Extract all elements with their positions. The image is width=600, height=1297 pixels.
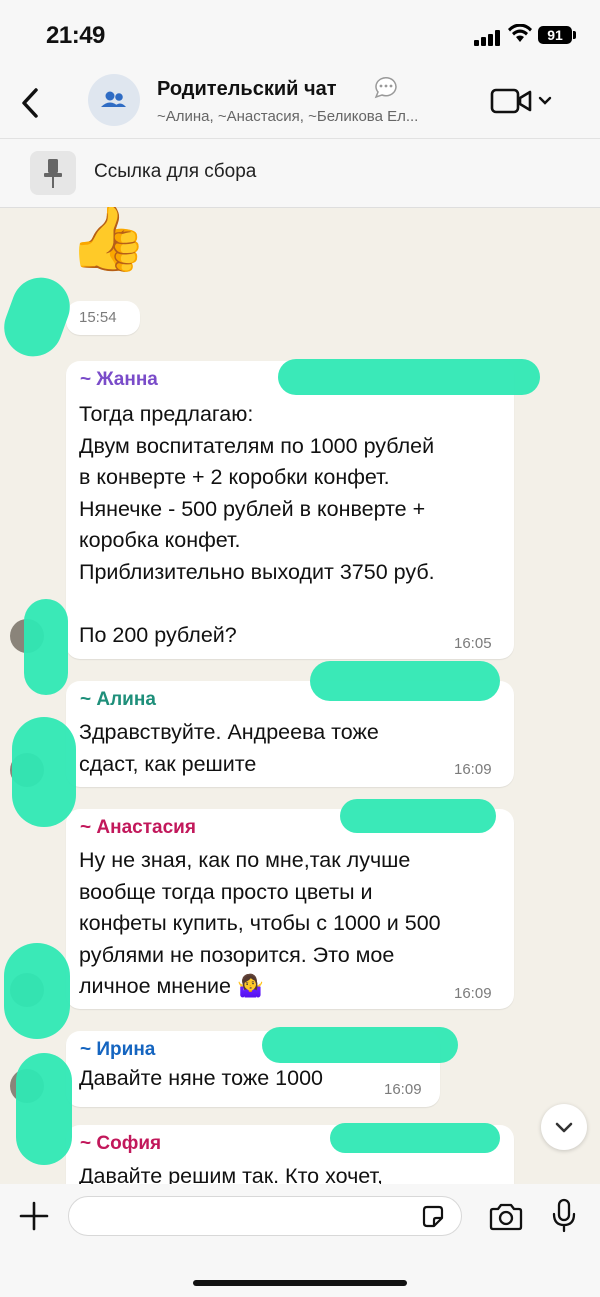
home-indicator bbox=[193, 1280, 407, 1286]
redaction-scribble bbox=[330, 1123, 500, 1153]
emoji-thumbs-up: 👍 bbox=[68, 207, 148, 274]
video-call-button[interactable] bbox=[490, 84, 556, 118]
message-time: 16:05 bbox=[454, 635, 492, 652]
redaction-scribble bbox=[340, 799, 496, 833]
message-text: Давайте няне тоже 1000 bbox=[79, 1066, 323, 1090]
message-text: Здравствуйте. Андреева тоже сдаст, как р… bbox=[79, 720, 379, 776]
pin-icon bbox=[44, 159, 62, 188]
battery-icon: 91 bbox=[538, 26, 572, 44]
chevron-down-icon bbox=[555, 1122, 573, 1133]
redaction-scribble bbox=[4, 943, 70, 1039]
message-time: 16:09 bbox=[454, 761, 492, 778]
chat-title[interactable]: Родительский чат bbox=[157, 78, 337, 101]
chat-messages: 👍 15:54 ~ Жанна Тогда предлагаю: Двум во… bbox=[0, 207, 600, 1184]
back-button[interactable] bbox=[12, 78, 52, 128]
message-bubble-zhanna[interactable]: ~ Жанна Тогда предлагаю: Двум воспитател… bbox=[66, 361, 514, 659]
wifi-icon bbox=[508, 24, 532, 42]
message-time: 16:09 bbox=[384, 1081, 422, 1098]
message-text: Ну не зная, как по мне,так лучше вообще … bbox=[79, 848, 441, 998]
emoji-time-bubble: 15:54 bbox=[66, 301, 140, 335]
chat-members: ~Алина, ~Анастасия, ~Беликова Ел... bbox=[157, 108, 419, 125]
chat-bubble-icon bbox=[374, 76, 397, 99]
message-sender: ~ Анастасия bbox=[80, 817, 196, 838]
message-time: 15:54 bbox=[79, 309, 117, 326]
redaction-scribble bbox=[12, 717, 76, 827]
message-sender: ~ Жанна bbox=[80, 369, 158, 390]
camera-button[interactable] bbox=[488, 1202, 524, 1232]
emoji-message[interactable]: 👍 bbox=[66, 207, 156, 287]
pinned-message-bar[interactable]: Ссылка для сбора bbox=[0, 138, 600, 208]
message-sender: ~ Алина bbox=[80, 689, 156, 710]
message-text: Тогда предлагаю: Двум воспитателям по 10… bbox=[79, 402, 435, 647]
message-time: 16:09 bbox=[454, 985, 492, 1002]
pinned-text: Ссылка для сбора bbox=[94, 161, 257, 182]
group-icon bbox=[101, 91, 126, 107]
sticker-icon[interactable] bbox=[420, 1204, 446, 1230]
redaction-scribble bbox=[16, 1053, 72, 1165]
microphone-button[interactable] bbox=[550, 1198, 578, 1234]
group-avatar[interactable] bbox=[88, 74, 140, 126]
chat-header: Родительский чат ~Алина, ~Анастасия, ~Бе… bbox=[0, 70, 600, 138]
message-sender: ~ Ирина bbox=[80, 1039, 156, 1060]
attach-plus-button[interactable] bbox=[18, 1200, 50, 1232]
status-bar: 21:49 91 bbox=[0, 0, 600, 70]
message-input[interactable] bbox=[68, 1196, 462, 1236]
redaction-scribble bbox=[262, 1027, 458, 1063]
status-time: 21:49 bbox=[46, 22, 105, 49]
redaction-scribble bbox=[278, 359, 540, 395]
redaction-scribble bbox=[24, 599, 68, 695]
battery-tip bbox=[573, 31, 576, 39]
redaction-scribble bbox=[310, 661, 500, 701]
message-sender: ~ София bbox=[80, 1133, 162, 1154]
pin-icon-box bbox=[30, 151, 76, 195]
signal-icon bbox=[474, 30, 502, 46]
input-bar bbox=[0, 1184, 600, 1297]
scroll-down-button[interactable] bbox=[541, 1104, 587, 1150]
message-bubble-anastasia[interactable]: ~ Анастасия Ну не зная, как по мне,так л… bbox=[66, 809, 514, 1009]
message-text: Давайте решим так. Кто хочет, bbox=[79, 1164, 383, 1184]
